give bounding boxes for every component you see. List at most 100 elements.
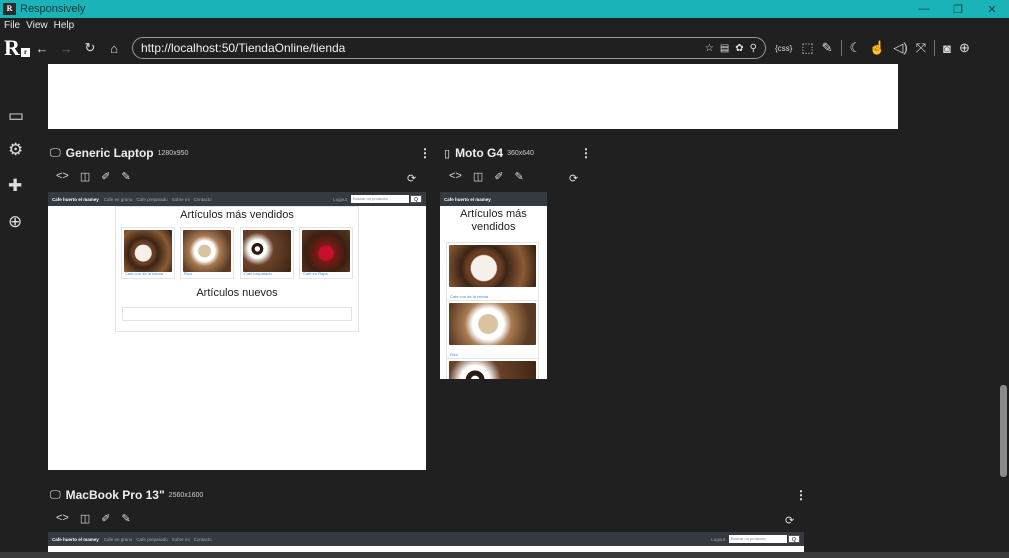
- product-card[interactable]: Cafe en Rapa: [299, 227, 353, 279]
- laptop-menu-icon[interactable]: ⋮: [419, 146, 431, 160]
- laptop-name: Generic Laptop: [65, 146, 154, 160]
- extension-icon[interactable]: ✿: [735, 43, 743, 54]
- minimize-button[interactable]: —: [907, 3, 941, 16]
- eyedropper-icon[interactable]: ✐: [101, 170, 110, 183]
- menu-file[interactable]: File: [4, 20, 20, 31]
- product-card[interactable]: [446, 358, 539, 379]
- new-items-heading: Artículos nuevos: [196, 287, 278, 299]
- nav-link[interactable]: Cafe preparado: [136, 197, 167, 202]
- nav-link[interactable]: Sobre mi: [172, 537, 190, 542]
- edit-icon[interactable]: ✎: [514, 170, 523, 183]
- edit-icon[interactable]: ✎: [822, 40, 833, 56]
- address-bar[interactable]: http://localhost:50/TiendaOnline/tienda …: [132, 37, 766, 59]
- screenshot-icon[interactable]: ◫: [473, 170, 483, 183]
- maximize-button[interactable]: ❐: [941, 3, 975, 16]
- back-arrow-icon[interactable]: ←: [30, 41, 54, 56]
- reload-icon[interactable]: ↻: [78, 40, 102, 56]
- app-icon: R: [3, 3, 16, 15]
- product-card[interactable]: Cafe con de la crema: [121, 227, 175, 279]
- mute-icon[interactable]: ◁): [893, 40, 907, 56]
- menu-view[interactable]: View: [26, 20, 48, 31]
- product-name[interactable]: Rico: [450, 352, 458, 357]
- product-card[interactable]: Rico: [180, 227, 234, 279]
- rotate-icon[interactable]: ⟳: [785, 514, 794, 527]
- product-card[interactable]: Cafe con de la crema: [446, 242, 539, 302]
- forward-arrow-icon[interactable]: →: [54, 41, 78, 56]
- moto-menu-icon[interactable]: ⋮: [580, 146, 592, 160]
- screenshot-icon[interactable]: ◫: [80, 170, 90, 183]
- product-name[interactable]: Cafe con de la crema: [125, 271, 163, 276]
- eyedropper-icon[interactable]: ✐: [101, 512, 110, 525]
- devtools-link-icon[interactable]: ⚲: [750, 43, 757, 54]
- product-name[interactable]: Rico: [184, 271, 192, 276]
- product-name[interactable]: Cafe preparado: [244, 271, 272, 276]
- logout-link[interactable]: Logout: [333, 197, 347, 202]
- nav-link[interactable]: Cafe preparado: [136, 537, 167, 542]
- search-button[interactable]: Q: [788, 535, 800, 543]
- product-card[interactable]: Cafe preparado: [240, 227, 294, 279]
- nav-right: Logout Buscar un producto Q: [333, 195, 422, 203]
- nav-link[interactable]: Contacto: [194, 537, 212, 542]
- product-name[interactable]: Cafe en Rapa: [303, 271, 328, 276]
- extensions-icon[interactable]: ✚: [8, 176, 22, 196]
- network-icon[interactable]: ⊕: [8, 212, 22, 232]
- product-card[interactable]: Rico: [446, 300, 539, 360]
- search-button[interactable]: Q: [410, 195, 422, 203]
- toolbar-divider: [840, 40, 842, 56]
- products-panel: Artículos más vendidos Cafe con de la cr…: [115, 206, 359, 332]
- zoom-icon[interactable]: ⊕: [959, 40, 970, 56]
- screenshot-icon[interactable]: ◫: [80, 512, 90, 525]
- rotate-icon[interactable]: ⟳: [407, 172, 416, 185]
- eyedropper-icon[interactable]: ✐: [494, 170, 503, 183]
- nav-link[interactable]: Cafe en grano: [104, 197, 133, 202]
- rotate-icon[interactable]: ⟳: [569, 172, 578, 185]
- moto-resolution: 360x640: [507, 149, 534, 157]
- code-icon[interactable]: <>: [56, 512, 69, 525]
- url-text[interactable]: http://localhost:50/TiendaOnline/tienda: [141, 41, 345, 55]
- best-sellers-heading: Artículos más vendidos: [180, 209, 294, 221]
- site-brand[interactable]: Cafe huerto el mamey: [52, 197, 99, 202]
- product-name[interactable]: Cafe con de la crema: [450, 294, 488, 299]
- macbook-menu-icon[interactable]: ⋮: [795, 488, 807, 502]
- tool-icons: {css} ⬚ ✎ ☾ ☝ ◁) ⤧ ◙ ⊕: [774, 40, 970, 56]
- home-icon[interactable]: ⌂: [102, 41, 126, 56]
- site-navbar: Cafe huerto el mamey: [440, 192, 547, 206]
- edit-icon[interactable]: ✎: [121, 512, 130, 525]
- site-brand[interactable]: Cafe huerto el mamey: [444, 197, 491, 202]
- nav-link[interactable]: Contacto: [194, 197, 212, 202]
- edit-icon[interactable]: ✎: [121, 170, 130, 183]
- search-input[interactable]: Buscar un producto: [729, 535, 787, 543]
- inspect-element-icon[interactable]: ⬚: [801, 40, 813, 56]
- vertical-scrollbar[interactable]: [1000, 385, 1007, 477]
- moto-header: ▯ Moto G4 360x640: [444, 146, 534, 160]
- site-navbar: Cafe huerto el mamey Cafe en grano Cafe …: [48, 532, 804, 546]
- nav-link[interactable]: Sobre mi: [172, 197, 190, 202]
- search-input[interactable]: Buscar un producto: [351, 195, 409, 203]
- bookmark-star-icon[interactable]: ☆: [705, 43, 714, 54]
- code-icon[interactable]: <>: [56, 170, 69, 183]
- dark-mode-icon[interactable]: ☾: [850, 40, 862, 56]
- menu-help[interactable]: Help: [54, 20, 75, 31]
- close-button[interactable]: ✕: [975, 3, 1009, 16]
- nav-link[interactable]: Cafe en grano: [104, 537, 133, 542]
- code-icon[interactable]: <>: [449, 170, 462, 183]
- macbook-resolution: 2560x1600: [168, 491, 204, 499]
- site-brand[interactable]: Cafe huerto el mamey: [52, 537, 99, 542]
- laptop-resolution: 1280x950: [157, 149, 189, 157]
- reading-list-icon[interactable]: ▤: [720, 43, 729, 54]
- laptop-frame: Cafe huerto el mamey Cafe en grano Cafe …: [48, 192, 426, 470]
- touch-icon[interactable]: ☝: [869, 40, 885, 56]
- browser-toolbar: Rr ← → ↻ ⌂ http://localhost:50/TiendaOnl…: [0, 32, 1009, 64]
- side-panel: ▭ ⚙ ✚ ⊕: [0, 64, 36, 558]
- settings-icon[interactable]: ⚙: [8, 140, 23, 160]
- screenshot-icon[interactable]: ◙: [943, 41, 951, 56]
- status-bar: [0, 552, 1009, 558]
- product-image: [449, 303, 536, 345]
- new-items-container: [122, 307, 352, 321]
- sync-scroll-icon[interactable]: ⤧: [916, 40, 926, 56]
- logout-link[interactable]: Logout: [711, 537, 725, 542]
- css-editor-icon[interactable]: {css}: [774, 43, 793, 54]
- devices-icon[interactable]: ▭: [8, 106, 24, 126]
- title-bar: R Responsively — ❐ ✕: [0, 0, 1009, 18]
- moto-name: Moto G4: [455, 146, 504, 160]
